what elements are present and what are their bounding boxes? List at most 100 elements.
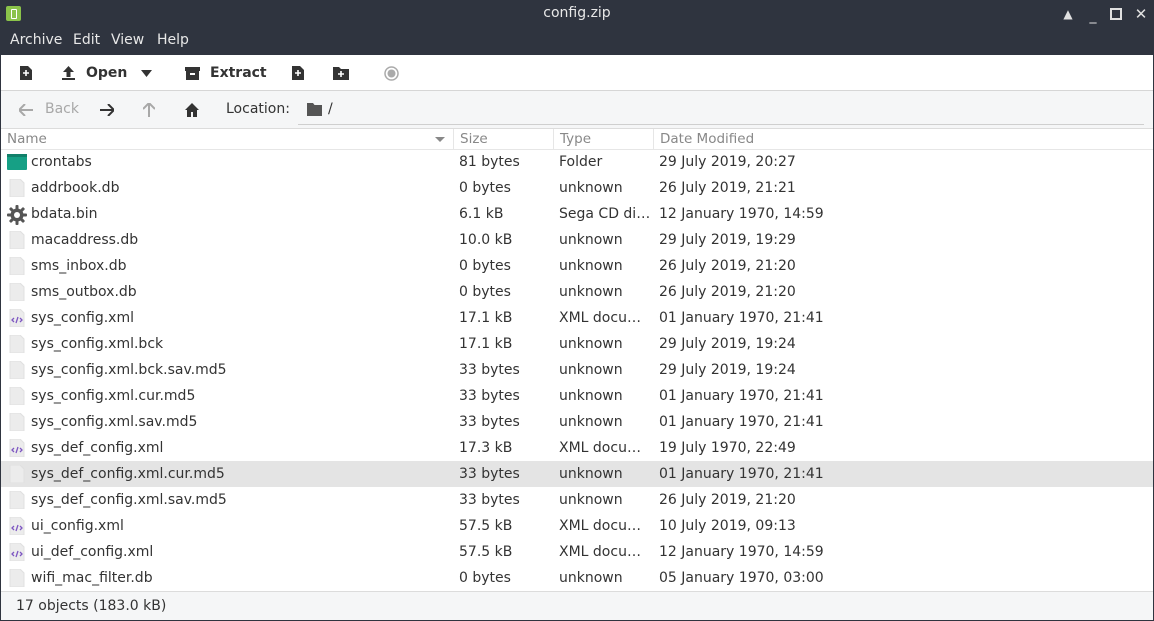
file-icon bbox=[7, 230, 27, 250]
file-size: 0 bytes bbox=[459, 570, 511, 586]
file-row[interactable]: sys_config.xml 17.1 kB XML docume… 01 Janua… bbox=[1, 305, 1153, 331]
file-date-modified: 01 January 1970, 21:41 bbox=[659, 414, 824, 430]
file-row[interactable]: sys_def_config.xml.cur.md5 33 bytes unknow… bbox=[1, 461, 1153, 487]
file-name: crontabs bbox=[31, 154, 92, 170]
file-date-modified: 01 January 1970, 21:41 bbox=[659, 388, 824, 404]
xml-file-icon bbox=[7, 438, 27, 458]
location-field[interactable]: / bbox=[298, 96, 1144, 125]
file-name: sys_config.xml bbox=[31, 310, 134, 326]
file-size: 33 bytes bbox=[459, 388, 520, 404]
file-row[interactable]: sys_config.xml.bck 17.1 kB unknown 29 July … bbox=[1, 331, 1153, 357]
home-button[interactable] bbox=[185, 91, 199, 129]
file-row[interactable]: sms_inbox.db 0 bytes unknown 26 July 2019, … bbox=[1, 253, 1153, 279]
add-file-icon bbox=[292, 66, 304, 80]
file-row[interactable]: sys_def_config.xml 17.3 kB XML docume… 19 J… bbox=[1, 435, 1153, 461]
stop-button[interactable] bbox=[384, 55, 399, 91]
file-name: macaddress.db bbox=[31, 232, 139, 248]
file-size: 57.5 kB bbox=[459, 544, 513, 560]
file-date-modified: 26 July 2019, 21:21 bbox=[659, 180, 796, 196]
file-date-modified: 29 July 2019, 20:27 bbox=[659, 154, 796, 170]
archive-box-icon bbox=[185, 66, 200, 80]
file-name: ui_config.xml bbox=[31, 518, 124, 534]
add-files-button[interactable] bbox=[291, 55, 305, 91]
new-file-icon bbox=[20, 66, 32, 80]
file-row[interactable]: sms_outbox.db 0 bytes unknown 26 July 2019,… bbox=[1, 279, 1153, 305]
file-type: Folder bbox=[559, 154, 603, 170]
extract-label: Extract bbox=[210, 65, 267, 81]
file-size: 17.1 kB bbox=[459, 336, 513, 352]
file-date-modified: 26 July 2019, 21:20 bbox=[659, 492, 796, 508]
sort-descending-icon bbox=[435, 137, 445, 142]
file-name: addrbook.db bbox=[31, 180, 120, 196]
file-row[interactable]: crontabs 81 bytes Folder 29 July 2019, 20:2… bbox=[1, 149, 1153, 175]
arrow-up-icon bbox=[143, 103, 155, 117]
location-label: Location: bbox=[226, 101, 290, 117]
file-row[interactable]: ui_def_config.xml 57.5 kB XML docume… 12 Ja… bbox=[1, 539, 1153, 565]
file-size: 17.1 kB bbox=[459, 310, 513, 326]
file-row[interactable]: sys_config.xml.sav.md5 33 bytes unknown 01 … bbox=[1, 409, 1153, 435]
open-dropdown-button[interactable] bbox=[141, 55, 152, 91]
keep-above-button[interactable]: ▲ bbox=[1058, 4, 1078, 24]
minimize-button[interactable]: _ bbox=[1083, 6, 1103, 26]
column-type[interactable]: Type bbox=[554, 129, 654, 150]
file-icon bbox=[7, 568, 27, 588]
column-date-label: Date Modified bbox=[660, 131, 755, 147]
file-type: Sega CD disc … bbox=[559, 206, 654, 222]
file-type: unknown bbox=[559, 180, 623, 196]
column-name-label: Name bbox=[7, 131, 47, 147]
file-size: 10.0 kB bbox=[459, 232, 513, 248]
status-bar: 17 objects (183.0 kB) bbox=[1, 591, 1153, 620]
file-size: 33 bytes bbox=[459, 466, 520, 482]
file-type: XML docume… bbox=[559, 310, 654, 326]
file-name: sys_config.xml.bck.sav.md5 bbox=[31, 362, 227, 378]
file-row[interactable]: bdata.bin 6.1 kB Sega CD disc … 12 January … bbox=[1, 201, 1153, 227]
file-date-modified: 01 January 1970, 21:41 bbox=[659, 310, 824, 326]
extract-button[interactable]: Extract bbox=[185, 55, 267, 91]
up-button[interactable] bbox=[143, 91, 155, 129]
chevron-down-icon bbox=[141, 69, 152, 77]
file-name: sms_inbox.db bbox=[31, 258, 127, 274]
location-path: / bbox=[328, 101, 333, 117]
maximize-button[interactable] bbox=[1106, 4, 1126, 24]
file-name: sms_outbox.db bbox=[31, 284, 137, 300]
menu-archive[interactable]: Archive bbox=[10, 32, 62, 48]
location-bar: Back Location: / bbox=[1, 91, 1153, 129]
file-date-modified: 26 July 2019, 21:20 bbox=[659, 258, 796, 274]
folder-icon bbox=[307, 103, 322, 116]
file-row[interactable]: ui_config.xml 57.5 kB XML docume… 10 July 2… bbox=[1, 513, 1153, 539]
file-date-modified: 29 July 2019, 19:29 bbox=[659, 232, 796, 248]
folder-icon bbox=[7, 153, 27, 171]
open-label: Open bbox=[86, 65, 128, 81]
add-folder-button[interactable] bbox=[333, 55, 349, 91]
close-window-button[interactable]: ✕ bbox=[1131, 4, 1151, 24]
file-type: unknown bbox=[559, 414, 623, 430]
column-name[interactable]: Name bbox=[1, 129, 454, 150]
file-size: 81 bytes bbox=[459, 154, 520, 170]
file-row[interactable]: sys_def_config.xml.sav.md5 33 bytes unknow… bbox=[1, 487, 1153, 513]
file-type: unknown bbox=[559, 258, 623, 274]
file-icon bbox=[7, 464, 27, 484]
menu-help[interactable]: Help bbox=[157, 32, 189, 48]
file-row[interactable]: wifi_mac_filter.db 0 bytes unknown 05 Janua… bbox=[1, 565, 1153, 591]
menu-view[interactable]: View bbox=[111, 32, 144, 48]
file-row[interactable]: macaddress.db 10.0 kB unknown 29 July 2019,… bbox=[1, 227, 1153, 253]
file-type: XML docume… bbox=[559, 544, 654, 560]
xml-file-icon bbox=[7, 308, 27, 328]
back-label[interactable]: Back bbox=[45, 101, 79, 117]
back-button[interactable] bbox=[19, 91, 33, 129]
column-date-modified[interactable]: Date Modified bbox=[654, 129, 1153, 150]
file-row[interactable]: sys_config.xml.cur.md5 33 bytes unknown 01 … bbox=[1, 383, 1153, 409]
forward-button[interactable] bbox=[100, 91, 114, 129]
add-folder-icon bbox=[333, 67, 349, 80]
open-button[interactable]: Open bbox=[61, 55, 127, 91]
menu-edit[interactable]: Edit bbox=[73, 32, 100, 48]
file-icon bbox=[7, 334, 27, 354]
file-size: 33 bytes bbox=[459, 492, 520, 508]
file-date-modified: 26 July 2019, 21:20 bbox=[659, 284, 796, 300]
file-row[interactable]: addrbook.db 0 bytes unknown 26 July 2019, 2… bbox=[1, 175, 1153, 201]
xml-file-icon bbox=[7, 542, 27, 562]
new-archive-button[interactable] bbox=[19, 55, 33, 91]
title-bar: config.zip ▲ _ ✕ bbox=[0, 0, 1154, 28]
column-size[interactable]: Size bbox=[454, 129, 554, 150]
file-row[interactable]: sys_config.xml.bck.sav.md5 33 bytes unknow… bbox=[1, 357, 1153, 383]
